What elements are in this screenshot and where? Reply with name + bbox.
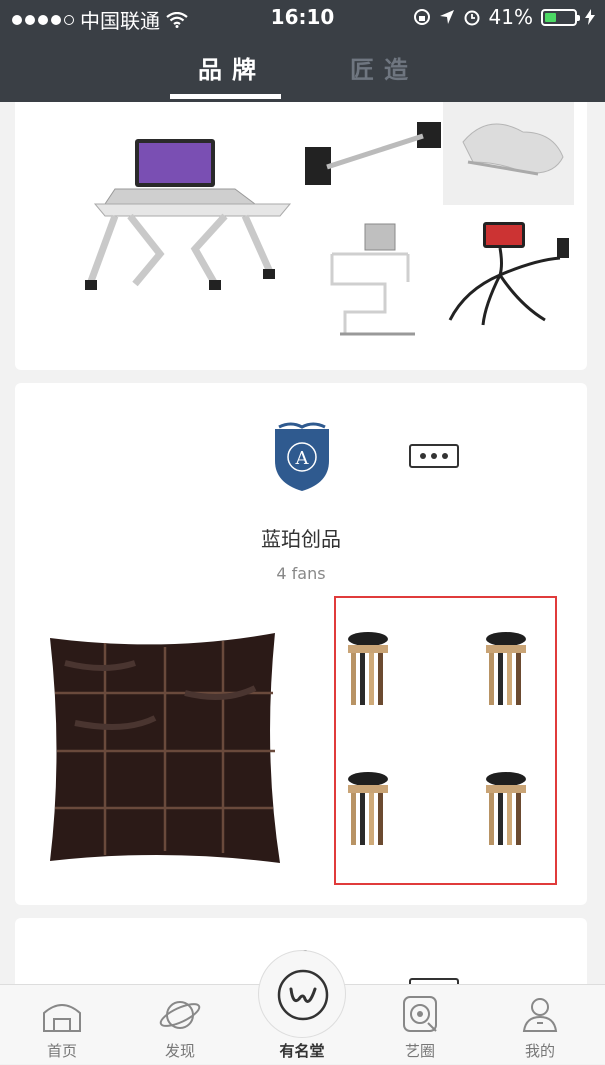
tab-circle[interactable]: 艺圈 — [380, 985, 460, 1065]
tab-discover[interactable]: 发现 — [140, 985, 220, 1065]
user-icon — [522, 998, 558, 1032]
brand-name[interactable]: 蓝珀创品 — [15, 523, 587, 552]
planet-icon — [159, 1001, 201, 1029]
brand-card-previous[interactable] — [15, 102, 587, 370]
product-image-shelf-stand[interactable] — [330, 222, 420, 337]
brand-fans-count: 4 fans — [276, 564, 326, 583]
selection-highlight — [334, 596, 557, 885]
brand-card[interactable]: A 蓝珀创品 4 fans — [15, 383, 587, 905]
battery-icon — [541, 8, 580, 26]
tab-mine[interactable]: 我的 — [500, 985, 580, 1065]
product-image-fabric-holder[interactable] — [443, 102, 574, 205]
product-image-phone-tripod[interactable] — [445, 220, 575, 340]
circle-icon — [403, 996, 437, 1032]
tab-craft[interactable]: 匠造 — [350, 50, 418, 85]
tab-youmingtang-label: 有名堂 — [279, 1042, 325, 1060]
status-bar: 中国联通 16:10 41% — [0, 0, 605, 34]
app-header: 中国联通 16:10 41% 品牌 匠造 — [0, 0, 605, 102]
tab-brand[interactable]: 品牌 — [198, 50, 266, 85]
tab-youmingtang[interactable] — [258, 950, 346, 1038]
charging-icon — [585, 9, 595, 25]
product-image-leather-pillow[interactable] — [45, 633, 285, 873]
tab-circle-label: 艺圈 — [404, 1042, 435, 1060]
tab-discover-label: 发现 — [164, 1042, 195, 1060]
tab-home[interactable]: 首页 — [22, 985, 102, 1065]
tab-home-label: 首页 — [46, 1042, 77, 1060]
product-image-laptop-stand[interactable] — [75, 124, 310, 314]
location-icon — [439, 10, 454, 24]
battery-percent: 41% — [488, 5, 533, 29]
status-icons: 41% — [413, 5, 595, 29]
brand-logo-letter: A — [295, 448, 310, 469]
dot-icon — [420, 453, 426, 459]
active-tab-indicator — [170, 94, 281, 99]
more-options-button[interactable] — [409, 444, 459, 468]
product-image-bar-mount[interactable] — [305, 122, 445, 202]
dot-icon — [442, 453, 448, 459]
w-logo-icon — [277, 969, 329, 1021]
top-tabs: 品牌 匠造 — [0, 34, 605, 102]
dot-icon — [431, 453, 437, 459]
tab-mine-label: 我的 — [524, 1042, 555, 1060]
rotation-lock-icon — [413, 9, 430, 25]
home-icon — [43, 1004, 81, 1032]
alarm-icon — [464, 10, 480, 26]
brand-logo[interactable]: A — [271, 421, 333, 493]
